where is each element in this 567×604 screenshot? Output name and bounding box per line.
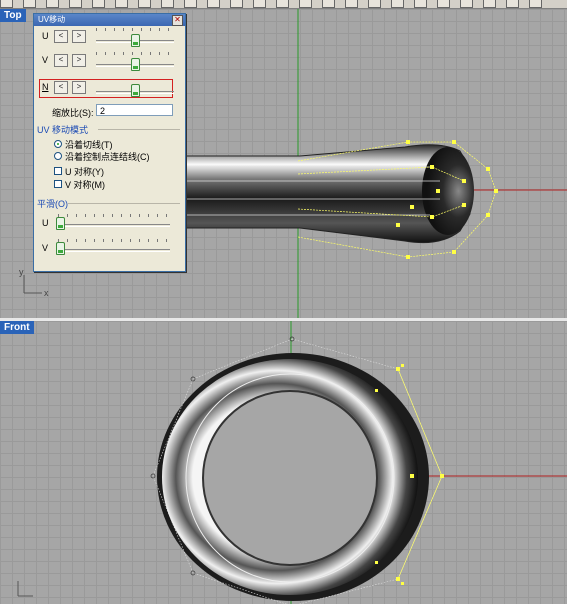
tool-icon[interactable] [529, 0, 542, 8]
dialog-title: UV移动 [38, 15, 66, 24]
top-viewport[interactable]: y x Top UV移动 ✕ U < > V < > N < > 缩放比(S):… [0, 9, 567, 318]
tool-icon[interactable] [460, 0, 473, 8]
mode-control-label: 沿着控制点连结线(C) [65, 152, 150, 162]
uv-move-dialog: UV移动 ✕ U < > V < > N < > 缩放比(S): 2 UV 移动… [33, 13, 186, 272]
v-slider-ticks [96, 52, 174, 55]
tool-icon[interactable] [437, 0, 450, 8]
n-slider-thumb[interactable] [131, 84, 140, 97]
smooth-u-label: U [42, 218, 49, 228]
v-increase-button[interactable]: > [72, 54, 86, 67]
n-increase-button[interactable]: > [72, 81, 86, 94]
smooth-v-label: V [42, 243, 49, 253]
scale-label: 缩放比(S): [52, 108, 94, 118]
u-label: U [42, 31, 49, 41]
mode-tangent-radio[interactable] [54, 140, 62, 148]
tool-icon[interactable] [46, 0, 59, 8]
smooth-v-ticks [58, 239, 170, 242]
smooth-v-slider-thumb[interactable] [56, 242, 65, 255]
scale-input[interactable]: 2 [96, 104, 173, 116]
u-slider-ticks [96, 28, 174, 31]
tool-icon[interactable] [506, 0, 519, 8]
tool-icon[interactable] [368, 0, 381, 8]
smooth-u-ticks [58, 214, 170, 217]
close-button[interactable]: ✕ [172, 15, 183, 26]
v-label: V [42, 55, 49, 65]
world-axis-icon [23, 275, 42, 294]
dialog-title-bar[interactable]: UV移动 ✕ [34, 14, 185, 26]
section-divider [98, 129, 180, 130]
v-slider-thumb[interactable] [131, 58, 140, 71]
axis-x-label: x [44, 288, 49, 298]
smooth-u-slider-thumb[interactable] [56, 217, 65, 230]
viewport-label-top[interactable]: Top [0, 9, 26, 22]
tool-icon[interactable] [345, 0, 358, 8]
u-symmetry-label: U 对称(Y) [65, 167, 104, 177]
v-decrease-button[interactable]: < [54, 54, 68, 67]
axis-y-label: y [19, 267, 24, 277]
smooth-u-slider-track[interactable] [58, 224, 170, 227]
u-symmetry-checkbox[interactable] [54, 167, 62, 175]
tool-icon[interactable] [483, 0, 496, 8]
mode-control-radio[interactable] [54, 152, 62, 160]
u-decrease-button[interactable]: < [54, 30, 68, 43]
tool-icon[interactable] [230, 0, 243, 8]
tool-icon[interactable] [184, 0, 197, 8]
tool-icon[interactable] [299, 0, 312, 8]
tube-end-cap [422, 147, 474, 235]
viewport-label-front[interactable]: Front [0, 321, 34, 334]
tool-icon[interactable] [276, 0, 289, 8]
tool-icon[interactable] [23, 0, 36, 8]
toolbar [0, 0, 567, 9]
v-symmetry-checkbox[interactable] [54, 180, 62, 188]
u-slider-thumb[interactable] [131, 34, 140, 47]
front-viewport-canvas[interactable] [0, 321, 567, 604]
front-world-axis-icon [17, 581, 33, 597]
tool-icon[interactable] [322, 0, 335, 8]
tool-icon[interactable] [138, 0, 151, 8]
smooth-section-label: 平滑(O) [37, 199, 68, 209]
tool-icon[interactable] [414, 0, 427, 8]
tool-icon[interactable] [207, 0, 220, 8]
uv-mode-section-label: UV 移动模式 [37, 125, 89, 135]
tool-icon[interactable] [92, 0, 105, 8]
tool-icon[interactable] [69, 0, 82, 8]
smooth-v-slider-track[interactable] [58, 249, 170, 252]
n-label: N [42, 82, 49, 92]
tool-icon[interactable] [115, 0, 128, 8]
torus-hole [202, 390, 378, 566]
section-divider [68, 203, 180, 204]
u-increase-button[interactable]: > [72, 30, 86, 43]
tool-icon[interactable] [0, 0, 13, 8]
v-symmetry-label: V 对称(M) [65, 180, 105, 190]
tool-icon[interactable] [253, 0, 266, 8]
front-viewport[interactable]: Front [0, 321, 567, 604]
tool-icon[interactable] [391, 0, 404, 8]
n-decrease-button[interactable]: < [54, 81, 68, 94]
tool-icon[interactable] [161, 0, 174, 8]
